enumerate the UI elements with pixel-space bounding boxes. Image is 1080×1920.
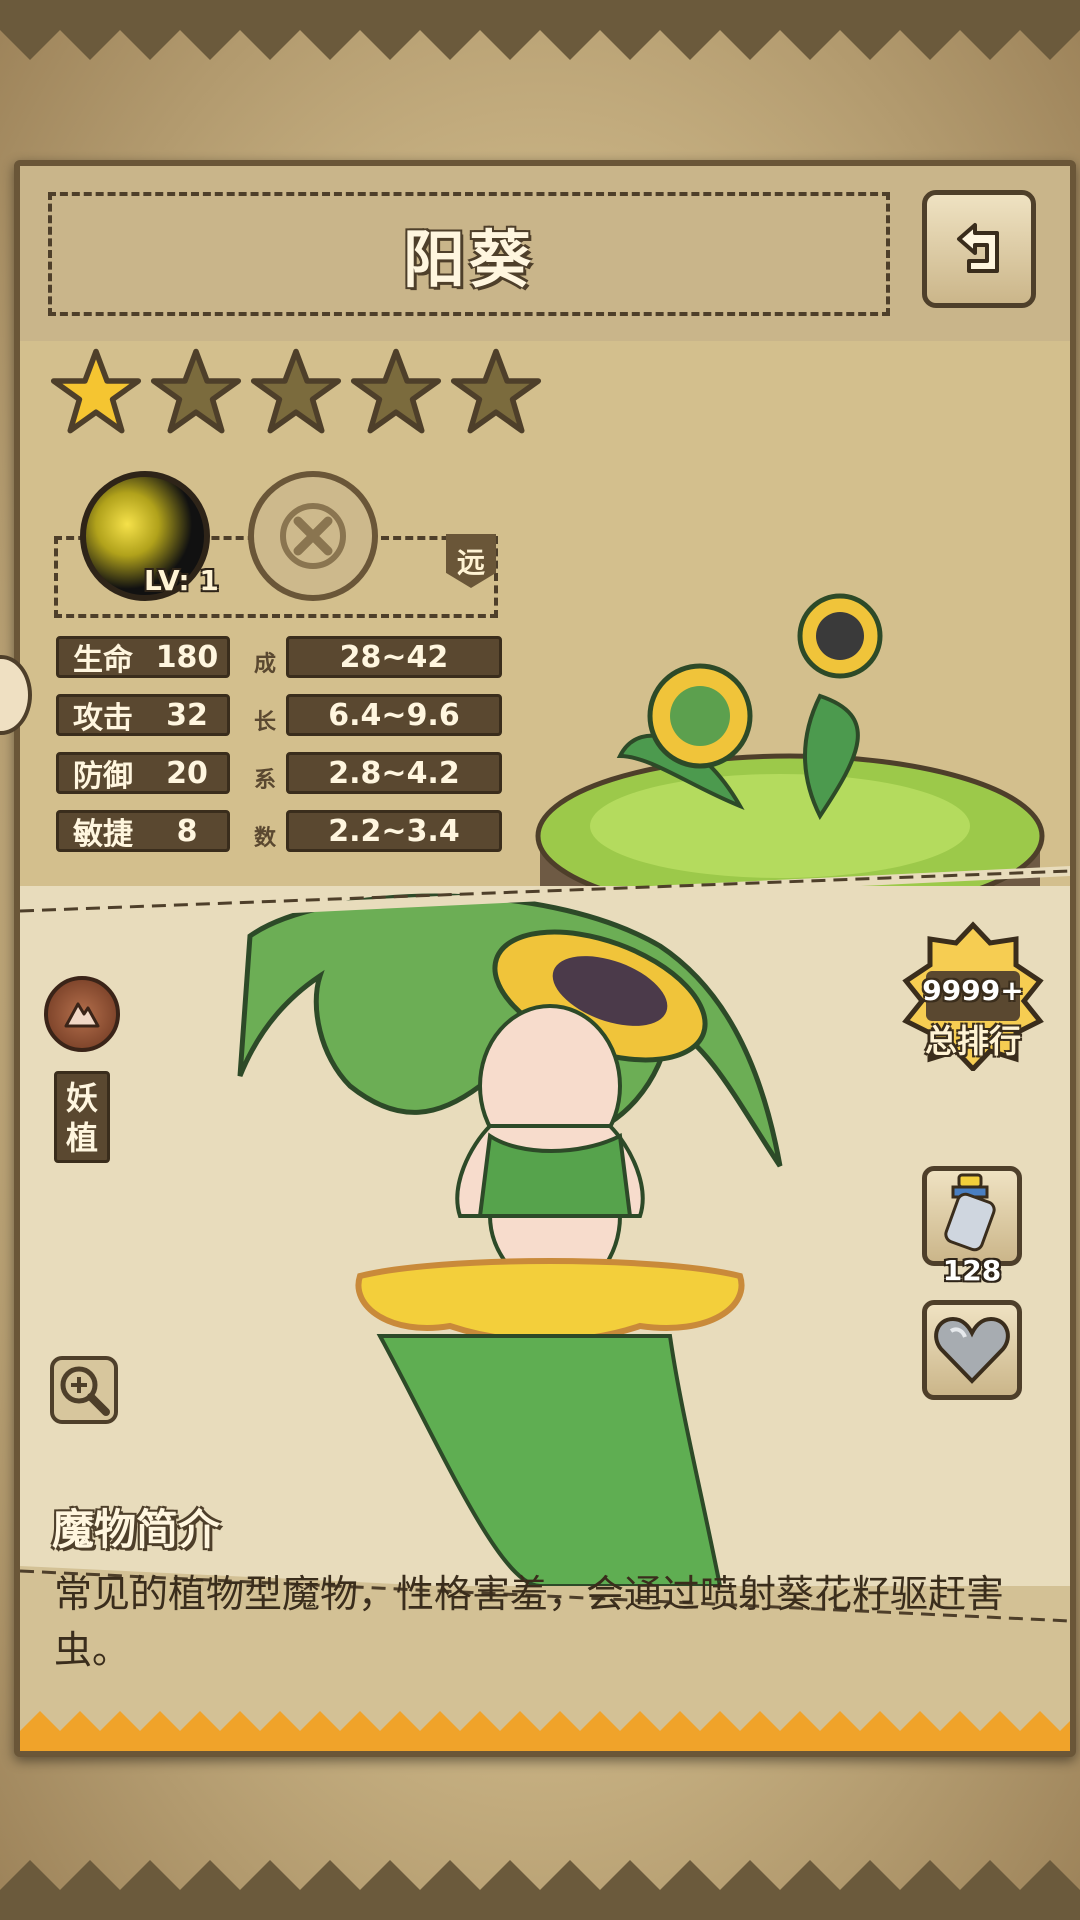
growth-label-char: 数 xyxy=(253,826,276,851)
stat-value: 20 xyxy=(166,755,208,791)
type-mountain-icon xyxy=(64,1002,100,1028)
monster-detail-panel: 阳葵 LV: 1 远 生命 180 攻击 32 防御 20 敏捷 8 成 长 系… xyxy=(14,160,1076,1757)
star-empty-icon xyxy=(350,348,442,434)
stat-attack: 攻击 32 xyxy=(56,694,230,736)
bottle-count: 128 xyxy=(942,1254,1002,1287)
stat-name: 生命 xyxy=(73,643,133,678)
growth-hp: 28~42 xyxy=(286,636,502,678)
star-filled-icon xyxy=(50,348,142,434)
bottom-zigzag-border xyxy=(0,1860,1080,1920)
growth-agility: 2.2~3.4 xyxy=(286,810,502,852)
growth-label-char: 成 xyxy=(253,652,276,677)
star-empty-icon xyxy=(450,348,542,434)
top-zigzag-border xyxy=(0,0,1080,60)
heart-stone-button[interactable] xyxy=(922,1300,1022,1400)
bottle-icon xyxy=(944,1173,996,1252)
growth-attack: 6.4~9.6 xyxy=(286,694,502,736)
locked-skill-slot[interactable] xyxy=(248,471,378,601)
plant-type-icon[interactable] xyxy=(44,976,120,1052)
back-button[interactable] xyxy=(922,190,1036,308)
stat-value: 8 xyxy=(176,813,198,849)
growth-defense: 2.8~4.2 xyxy=(286,752,502,794)
stat-agility: 敏捷 8 xyxy=(56,810,230,852)
heart-stone-icon xyxy=(934,1316,1010,1384)
skill-level: LV: 1 xyxy=(144,564,219,597)
stat-hp: 生命 180 xyxy=(56,636,230,678)
description-title: 魔物简介 xyxy=(52,1505,221,1554)
growth-label-char: 系 xyxy=(253,768,276,793)
stat-value: 180 xyxy=(155,639,219,675)
monster-name: 阳葵 xyxy=(402,223,535,296)
rank-label: 总排行 xyxy=(924,1022,1021,1060)
growth-label-char: 长 xyxy=(253,710,276,735)
stat-defense: 防御 20 xyxy=(56,752,230,794)
bottle-button[interactable] xyxy=(922,1166,1022,1266)
type-label: 妖植 xyxy=(54,1071,110,1163)
stat-name: 防御 xyxy=(73,759,133,794)
locked-x-icon xyxy=(280,503,346,569)
zoom-in-icon[interactable] xyxy=(50,1356,118,1424)
star-empty-icon xyxy=(250,348,342,434)
stat-value: 32 xyxy=(166,697,208,733)
rank-value: 9999+ xyxy=(922,974,1024,1007)
description-text: 常见的植物型魔物，性格害羞，会通过喷射葵花籽驱赶害虫。 xyxy=(54,1572,1005,1672)
stat-name: 攻击 xyxy=(73,701,133,736)
panel-bottom-zigzag xyxy=(20,1711,1070,1751)
title-frame: 阳葵 xyxy=(48,192,890,316)
back-arrow-icon xyxy=(957,223,999,273)
stat-name: 敏捷 xyxy=(73,817,133,852)
divider-top xyxy=(20,866,1070,916)
star-empty-icon xyxy=(150,348,242,434)
